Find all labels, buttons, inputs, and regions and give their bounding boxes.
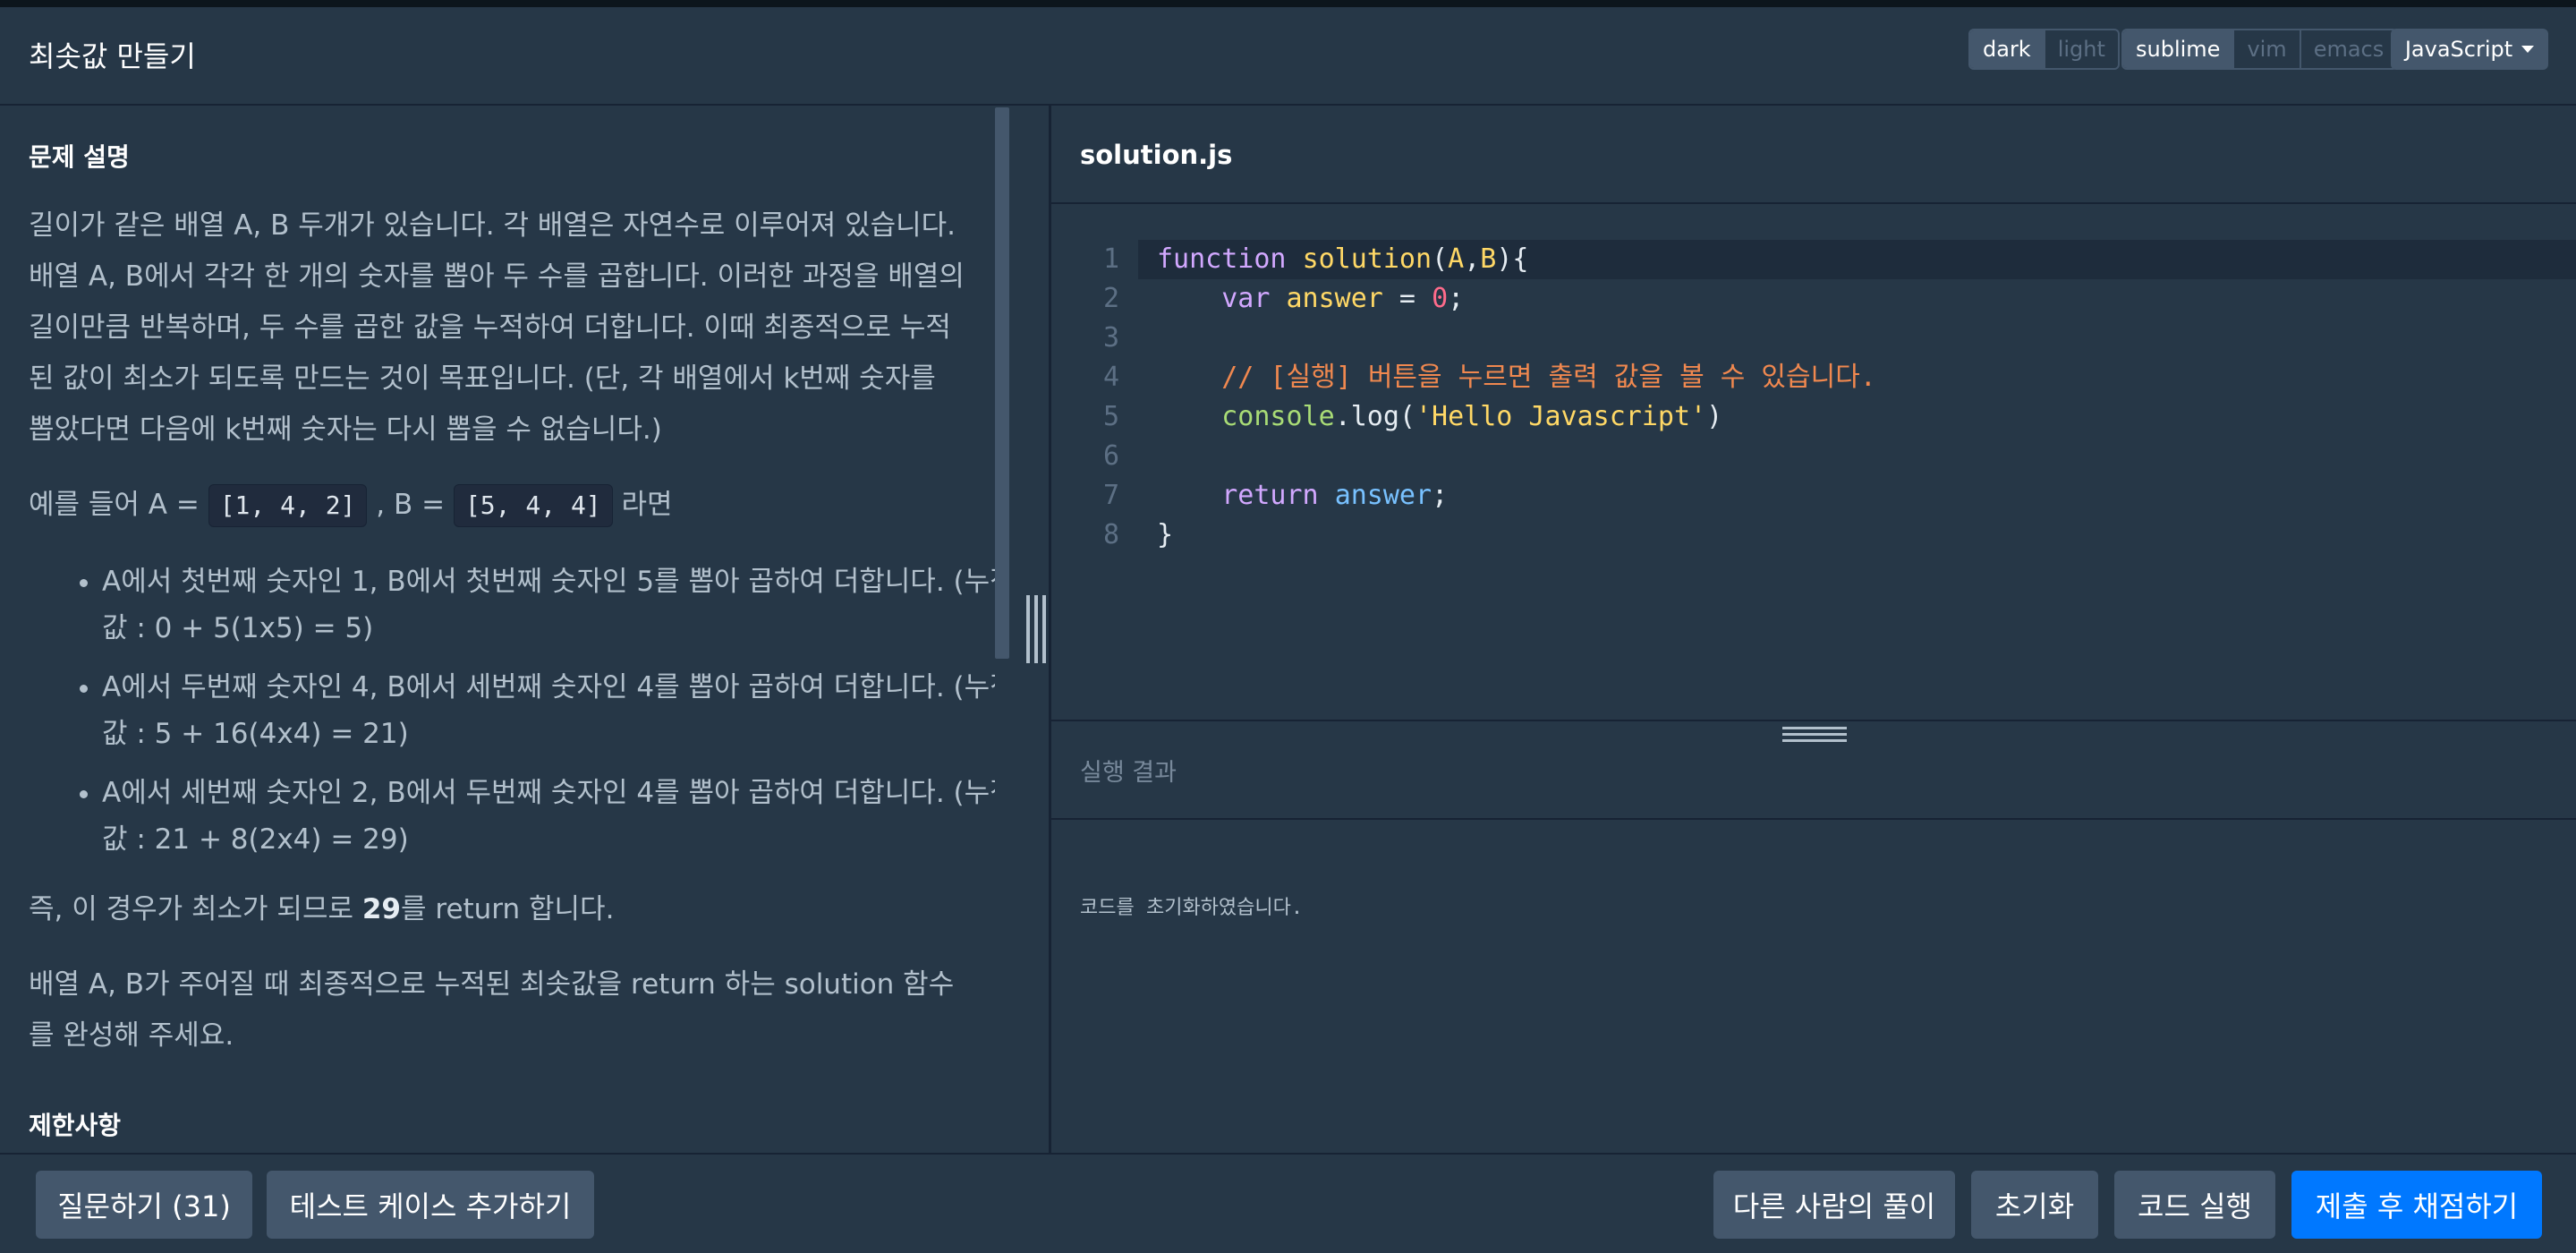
code-line-2: var answer = 0; bbox=[1221, 283, 1465, 314]
description-paragraph: 길이가 같은 배열 A, B 두개가 있습니다. 각 배열은 자연수로 이루어져… bbox=[29, 209, 965, 446]
constraints-heading: 제한사항 bbox=[29, 1111, 122, 1140]
horizontal-resize-handle[interactable] bbox=[1782, 727, 1847, 746]
example-mid: , B = bbox=[376, 489, 446, 521]
theme-toggle: dark light bbox=[1968, 29, 2120, 70]
others-solutions-button[interactable]: 다른 사람의 풀이 bbox=[1713, 1171, 1955, 1239]
conclusion-prefix: 즉, 이 경우가 최소가 되므로 bbox=[29, 893, 353, 925]
result-output: 코드를 초기화하였습니다. bbox=[1080, 897, 1304, 919]
example-suffix: 라면 bbox=[621, 489, 673, 521]
vertical-resize-handle[interactable] bbox=[1026, 595, 1046, 663]
keymap-toggle: sublime vim emacs bbox=[2121, 29, 2399, 70]
result-heading: 실행 결과 bbox=[1080, 759, 1177, 787]
line-number: 3 bbox=[1102, 322, 1119, 354]
keymap-sublime-option[interactable]: sublime bbox=[2123, 30, 2233, 68]
conclusion-line: 즉, 이 경우가 최소가 되므로 29를 return 합니다. bbox=[29, 884, 968, 935]
conclusion-suffix: 를 return 합니다. bbox=[401, 893, 615, 925]
code-line-7: return answer; bbox=[1221, 480, 1449, 511]
description-heading: 문제 설명 bbox=[29, 142, 130, 172]
code-editor[interactable]: 1 2 3 4 5 6 7 8 function solution(A,B){ … bbox=[1051, 204, 2576, 721]
code-line-5: console.log('Hello Javascript') bbox=[1221, 401, 1723, 432]
window-top-strip bbox=[0, 0, 2576, 7]
list-item: A에서 세번째 숫자인 2, B에서 두번째 숫자인 4를 뽑아 곱하여 더합니… bbox=[102, 770, 995, 863]
theme-dark-option[interactable]: dark bbox=[1970, 30, 2044, 68]
problem-title: 최솟값 만들기 bbox=[29, 39, 196, 73]
theme-light-option[interactable]: light bbox=[2043, 30, 2118, 68]
line-number: 7 bbox=[1102, 480, 1119, 511]
bottom-toolbar: 질문하기 (31) 테스트 케이스 추가하기 다른 사람의 풀이 초기화 코드 … bbox=[0, 1153, 2576, 1253]
code-line-1: function solution(A,B){ bbox=[1157, 243, 1529, 275]
reset-button[interactable]: 초기화 bbox=[1971, 1171, 2098, 1239]
line-number: 5 bbox=[1102, 401, 1119, 432]
list-item: A에서 두번째 숫자인 4, B에서 세번째 숫자인 4를 뽑아 곱하여 더합니… bbox=[102, 664, 995, 757]
problem-description-panel[interactable]: 문제 설명 길이가 같은 배열 A, B 두개가 있습니다. 각 배열은 자연수… bbox=[0, 106, 995, 1153]
description-scrollbar[interactable] bbox=[995, 107, 1009, 659]
run-code-button[interactable]: 코드 실행 bbox=[2114, 1171, 2275, 1239]
line-number: 1 bbox=[1102, 243, 1119, 275]
file-name-tab[interactable]: solution.js bbox=[1080, 140, 1232, 170]
keymap-vim-option[interactable]: vim bbox=[2232, 30, 2299, 68]
file-tab-bar: solution.js bbox=[1051, 106, 2576, 204]
example-array-a: [1, 4, 2] bbox=[208, 484, 368, 527]
code-line-8: } bbox=[1157, 519, 1174, 550]
submit-button[interactable]: 제출 후 채점하기 bbox=[2291, 1171, 2542, 1239]
add-testcase-button[interactable]: 테스트 케이스 추가하기 bbox=[267, 1171, 594, 1239]
keymap-emacs-option[interactable]: emacs bbox=[2299, 30, 2397, 68]
ask-question-button[interactable]: 질문하기 (31) bbox=[36, 1171, 252, 1239]
list-item: A에서 첫번째 숫자인 1, B에서 첫번째 숫자인 5를 뽑아 곱하여 더합니… bbox=[102, 558, 995, 652]
example-steps-list: A에서 첫번째 숫자인 1, B에서 첫번째 숫자인 5를 뽑아 곱하여 더합니… bbox=[29, 558, 995, 875]
code-line-4: // [실행] 버튼을 누르면 출력 값을 볼 수 있습니다. bbox=[1221, 362, 1876, 393]
line-number: 8 bbox=[1102, 519, 1119, 550]
task-paragraph: 배열 A, B가 주어질 때 최종적으로 누적된 최솟값을 return 하는 … bbox=[29, 968, 955, 1052]
example-line: 예를 들어 A = [1, 4, 2] , B = [5, 4, 4] 라면 bbox=[29, 480, 968, 530]
example-prefix: 예를 들어 A = bbox=[29, 489, 200, 521]
line-number: 6 bbox=[1102, 440, 1119, 472]
language-label: JavaScript bbox=[2404, 37, 2513, 62]
language-dropdown[interactable]: JavaScript bbox=[2391, 29, 2548, 70]
line-number: 2 bbox=[1102, 283, 1119, 314]
example-array-b: [5, 4, 4] bbox=[453, 484, 613, 527]
line-number: 4 bbox=[1102, 362, 1119, 393]
chevron-down-icon bbox=[2521, 46, 2535, 53]
conclusion-value: 29 bbox=[361, 893, 401, 925]
top-header: 최솟값 만들기 dark light sublime vim emacs Jav… bbox=[0, 7, 2576, 106]
